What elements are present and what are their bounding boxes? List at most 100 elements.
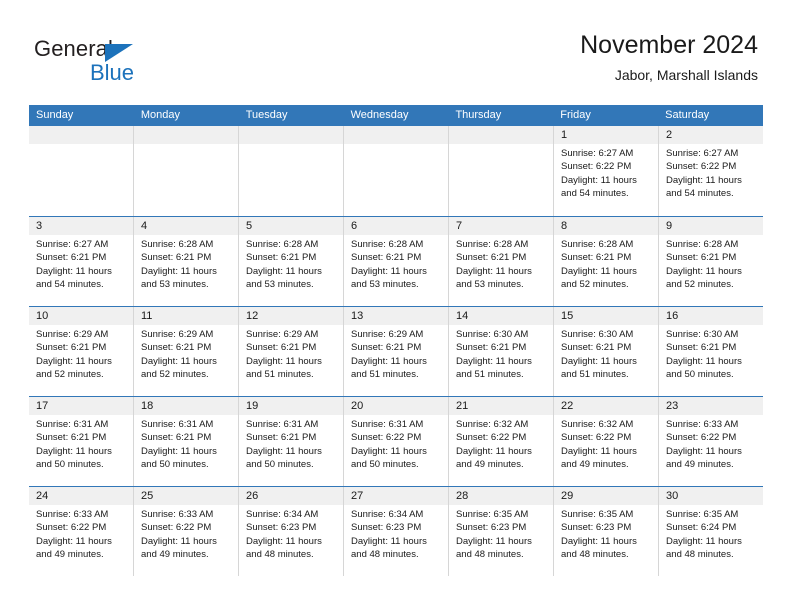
day-cell[interactable]: 22 Sunrise: 6:32 AM Sunset: 6:22 PM Dayligh…: [554, 397, 659, 486]
daylight-text-line2: and 50 minutes.: [36, 459, 104, 471]
day-cell-empty: [449, 126, 554, 216]
daylight-text-line1: Daylight: 11 hours: [36, 265, 112, 277]
day-sun-info: Sunrise: 6:31 AM Sunset: 6:21 PM Daylight:…: [239, 415, 343, 472]
daylight-text-line1: Daylight: 11 hours: [561, 535, 637, 547]
day-cell[interactable]: 11 Sunrise: 6:29 AM Sunset: 6:21 PM Dayligh…: [134, 307, 239, 396]
daylight-text-line2: and 54 minutes.: [666, 188, 734, 200]
day-number: 28: [449, 487, 553, 505]
day-cell[interactable]: 16 Sunrise: 6:30 AM Sunset: 6:21 PM Dayligh…: [659, 307, 763, 396]
weekday-sunday: Sunday: [36, 109, 74, 121]
logo-text-blue: Blue: [90, 60, 135, 85]
day-cell[interactable]: 6 Sunrise: 6:28 AM Sunset: 6:21 PM Daylight…: [344, 217, 449, 306]
sunset-text: Sunset: 6:23 PM: [456, 522, 527, 534]
daylight-text-line2: and 48 minutes.: [246, 549, 314, 561]
day-cell[interactable]: 18 Sunrise: 6:31 AM Sunset: 6:21 PM Dayligh…: [134, 397, 239, 486]
daylight-text-line1: Daylight: 11 hours: [666, 445, 742, 457]
day-number: 21: [449, 397, 553, 415]
day-number: 16: [659, 307, 763, 325]
general-blue-logo[interactable]: General Blue: [34, 36, 234, 92]
sunrise-text: Sunrise: 6:29 AM: [351, 329, 424, 340]
day-cell-empty: [239, 126, 344, 216]
day-cell[interactable]: 3 Sunrise: 6:27 AM Sunset: 6:21 PM Daylight…: [29, 217, 134, 306]
sunrise-text: Sunrise: 6:27 AM: [666, 148, 739, 159]
day-sun-info: Sunrise: 6:35 AM Sunset: 6:23 PM Daylight:…: [554, 505, 658, 562]
week-row: 17 Sunrise: 6:31 AM Sunset: 6:21 PM Dayligh…: [29, 396, 763, 486]
daylight-text-line2: and 50 minutes.: [666, 369, 734, 381]
day-sun-info: Sunrise: 6:29 AM Sunset: 6:21 PM Daylight:…: [344, 325, 448, 382]
day-number: 4: [134, 217, 238, 235]
sunset-text: Sunset: 6:22 PM: [141, 522, 212, 534]
day-sun-info: Sunrise: 6:29 AM Sunset: 6:21 PM Daylight:…: [29, 325, 133, 382]
day-cell[interactable]: 5 Sunrise: 6:28 AM Sunset: 6:21 PM Daylight…: [239, 217, 344, 306]
day-cell[interactable]: 13 Sunrise: 6:29 AM Sunset: 6:21 PM Dayligh…: [344, 307, 449, 396]
day-cell[interactable]: 8 Sunrise: 6:28 AM Sunset: 6:21 PM Daylight…: [554, 217, 659, 306]
day-sun-info: Sunrise: 6:34 AM Sunset: 6:23 PM Daylight:…: [239, 505, 343, 562]
weekday-friday: Friday: [560, 109, 591, 121]
sunrise-text: Sunrise: 6:30 AM: [456, 329, 529, 340]
daylight-text-line1: Daylight: 11 hours: [141, 445, 217, 457]
day-cell-empty: [344, 126, 449, 216]
daylight-text-line1: Daylight: 11 hours: [36, 355, 112, 367]
sunrise-text: Sunrise: 6:35 AM: [561, 509, 634, 520]
day-cell[interactable]: 7 Sunrise: 6:28 AM Sunset: 6:21 PM Daylight…: [449, 217, 554, 306]
day-sun-info: Sunrise: 6:28 AM Sunset: 6:21 PM Daylight:…: [134, 235, 238, 292]
daylight-text-line2: and 53 minutes.: [351, 279, 419, 291]
day-cell[interactable]: 25 Sunrise: 6:33 AM Sunset: 6:22 PM Dayligh…: [134, 487, 239, 576]
daylight-text-line2: and 52 minutes.: [141, 369, 209, 381]
sunset-text: Sunset: 6:21 PM: [666, 342, 737, 354]
day-number: 24: [29, 487, 133, 505]
daylight-text-line2: and 52 minutes.: [36, 369, 104, 381]
day-cell[interactable]: 20 Sunrise: 6:31 AM Sunset: 6:22 PM Dayligh…: [344, 397, 449, 486]
day-sun-info: Sunrise: 6:28 AM Sunset: 6:21 PM Daylight:…: [239, 235, 343, 292]
day-cell[interactable]: 14 Sunrise: 6:30 AM Sunset: 6:21 PM Dayligh…: [449, 307, 554, 396]
day-cell[interactable]: 19 Sunrise: 6:31 AM Sunset: 6:21 PM Dayligh…: [239, 397, 344, 486]
sunset-text: Sunset: 6:21 PM: [141, 252, 212, 264]
day-cell[interactable]: 21 Sunrise: 6:32 AM Sunset: 6:22 PM Dayligh…: [449, 397, 554, 486]
day-cell[interactable]: 24 Sunrise: 6:33 AM Sunset: 6:22 PM Dayligh…: [29, 487, 134, 576]
day-cell[interactable]: 30 Sunrise: 6:35 AM Sunset: 6:24 PM Dayligh…: [659, 487, 763, 576]
sunset-text: Sunset: 6:21 PM: [141, 342, 212, 354]
day-number: 10: [29, 307, 133, 325]
day-cell[interactable]: 12 Sunrise: 6:29 AM Sunset: 6:21 PM Dayligh…: [239, 307, 344, 396]
sunrise-text: Sunrise: 6:33 AM: [666, 419, 739, 430]
day-cell[interactable]: 9 Sunrise: 6:28 AM Sunset: 6:21 PM Daylight…: [659, 217, 763, 306]
daylight-text-line1: Daylight: 11 hours: [351, 355, 427, 367]
day-sun-info: Sunrise: 6:28 AM Sunset: 6:21 PM Daylight:…: [449, 235, 553, 292]
title-block: November 2024 Jabor, Marshall Islands: [580, 30, 758, 84]
sunset-text: Sunset: 6:22 PM: [666, 432, 737, 444]
daylight-text-line2: and 51 minutes.: [351, 369, 419, 381]
day-cell[interactable]: 1 Sunrise: 6:27 AM Sunset: 6:22 PM Daylight…: [554, 126, 659, 216]
day-cell[interactable]: 15 Sunrise: 6:30 AM Sunset: 6:21 PM Dayligh…: [554, 307, 659, 396]
daylight-text-line2: and 53 minutes.: [456, 279, 524, 291]
sunrise-text: Sunrise: 6:30 AM: [561, 329, 634, 340]
day-cell[interactable]: 17 Sunrise: 6:31 AM Sunset: 6:21 PM Dayligh…: [29, 397, 134, 486]
week-row: 1 Sunrise: 6:27 AM Sunset: 6:22 PM Daylight…: [29, 126, 763, 216]
daylight-text-line1: Daylight: 11 hours: [456, 265, 532, 277]
daylight-text-line1: Daylight: 11 hours: [246, 355, 322, 367]
day-sun-info: Sunrise: 6:32 AM Sunset: 6:22 PM Daylight:…: [449, 415, 553, 472]
day-sun-info: Sunrise: 6:29 AM Sunset: 6:21 PM Daylight:…: [239, 325, 343, 382]
day-cell[interactable]: 27 Sunrise: 6:34 AM Sunset: 6:23 PM Dayligh…: [344, 487, 449, 576]
day-number: 18: [134, 397, 238, 415]
day-number: 22: [554, 397, 658, 415]
day-cell[interactable]: 23 Sunrise: 6:33 AM Sunset: 6:22 PM Dayligh…: [659, 397, 763, 486]
daylight-text-line1: Daylight: 11 hours: [351, 265, 427, 277]
daylight-text-line1: Daylight: 11 hours: [561, 174, 637, 186]
day-sun-info: Sunrise: 6:33 AM Sunset: 6:22 PM Daylight:…: [134, 505, 238, 562]
day-cell[interactable]: 10 Sunrise: 6:29 AM Sunset: 6:21 PM Dayligh…: [29, 307, 134, 396]
daylight-text-line1: Daylight: 11 hours: [456, 355, 532, 367]
sunset-text: Sunset: 6:22 PM: [666, 161, 737, 173]
day-cell[interactable]: 28 Sunrise: 6:35 AM Sunset: 6:23 PM Dayligh…: [449, 487, 554, 576]
day-sun-info: Sunrise: 6:33 AM Sunset: 6:22 PM Daylight:…: [659, 415, 763, 472]
logo-text-general: General: [34, 36, 113, 61]
day-cell[interactable]: 2 Sunrise: 6:27 AM Sunset: 6:22 PM Daylight…: [659, 126, 763, 216]
sunset-text: Sunset: 6:21 PM: [351, 252, 422, 264]
daylight-text-line2: and 50 minutes.: [141, 459, 209, 471]
sunrise-text: Sunrise: 6:35 AM: [456, 509, 529, 520]
day-cell[interactable]: 4 Sunrise: 6:28 AM Sunset: 6:21 PM Daylight…: [134, 217, 239, 306]
daylight-text-line1: Daylight: 11 hours: [666, 355, 742, 367]
day-cell[interactable]: 26 Sunrise: 6:34 AM Sunset: 6:23 PM Dayligh…: [239, 487, 344, 576]
daylight-text-line2: and 52 minutes.: [561, 279, 629, 291]
day-cell[interactable]: 29 Sunrise: 6:35 AM Sunset: 6:23 PM Dayligh…: [554, 487, 659, 576]
sunset-text: Sunset: 6:23 PM: [561, 522, 632, 534]
